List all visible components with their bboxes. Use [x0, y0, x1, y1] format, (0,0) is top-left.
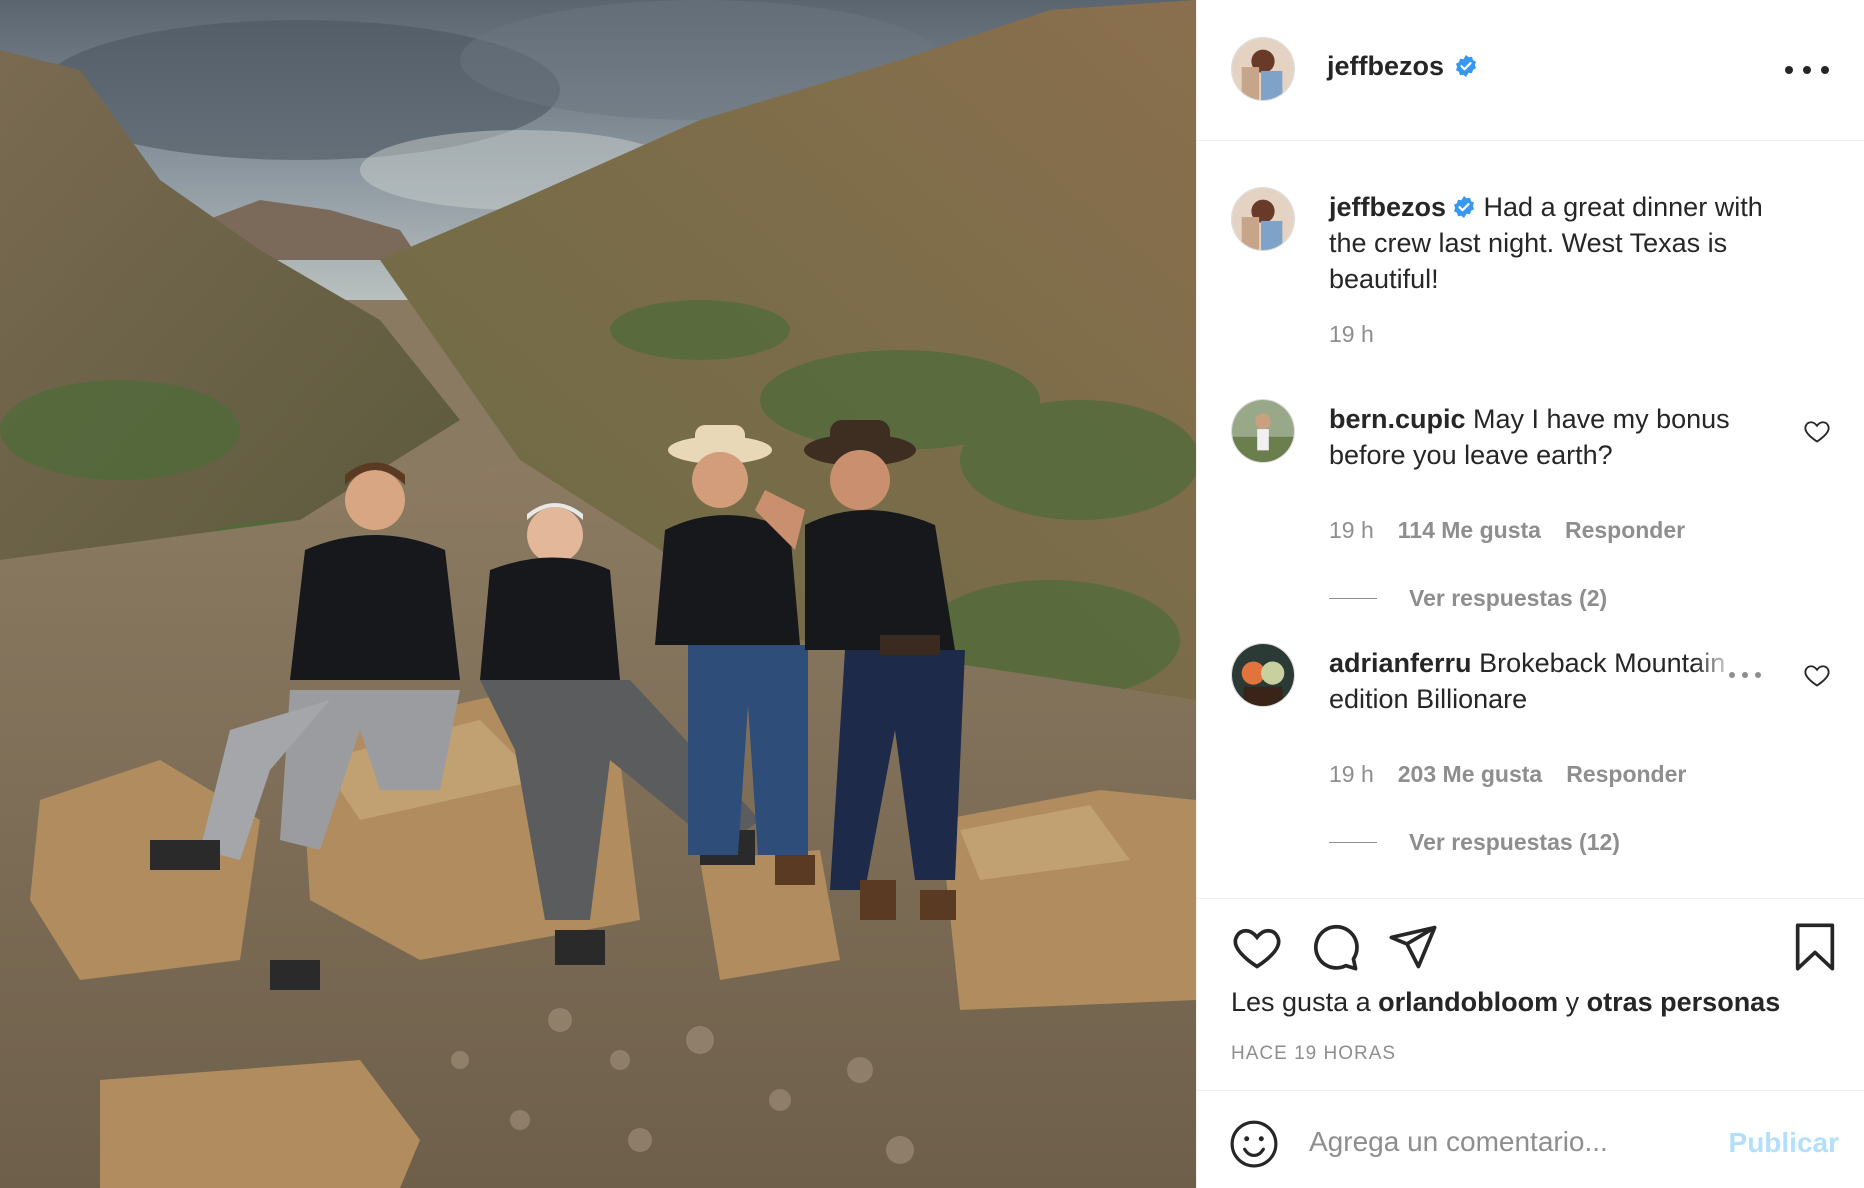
comment-time: 19 h [1329, 761, 1374, 787]
author-avatar[interactable] [1231, 37, 1295, 101]
view-replies-link[interactable]: Ver respuestas (2) [1329, 585, 1607, 612]
more-dot [1785, 66, 1793, 74]
more-dot [1821, 66, 1829, 74]
emoji-icon[interactable] [1229, 1119, 1279, 1169]
comment-options-icon[interactable] [1729, 669, 1761, 681]
verified-badge-icon [1454, 196, 1475, 218]
replies-divider [1329, 842, 1377, 843]
commenter-avatar[interactable] [1231, 399, 1295, 463]
view-replies-label[interactable]: Ver respuestas (12) [1409, 829, 1620, 856]
options-dot [1729, 672, 1735, 678]
options-dot [1742, 672, 1748, 678]
view-replies-label[interactable]: Ver respuestas (2) [1409, 585, 1607, 612]
post-header: jeffbezos [1197, 0, 1864, 141]
comment-body: adrianferru Brokeback Mountain edition B… [1329, 645, 1799, 717]
like-comment-heart-icon[interactable] [1803, 661, 1831, 689]
post-photo-image [0, 0, 1196, 1188]
verified-badge-icon [1456, 55, 1477, 77]
likes-connector: y [1565, 987, 1580, 1017]
comment-username[interactable]: adrianferru [1329, 648, 1472, 678]
post-timestamp[interactable]: HACE 19 HORAS [1231, 1043, 1396, 1065]
options-dot [1755, 672, 1761, 678]
caption-time: 19 h [1329, 321, 1374, 347]
comment-time: 19 h [1329, 517, 1374, 543]
more-dot [1803, 66, 1811, 74]
commenter-avatar[interactable] [1231, 643, 1295, 707]
bookmark-icon[interactable] [1789, 921, 1841, 973]
comment-meta: 19 h 114 Me gusta Responder [1329, 517, 1685, 544]
post-photo[interactable] [0, 0, 1196, 1188]
likes-summary: Les gusta a orlandobloom y otras persona… [1231, 987, 1780, 1018]
post-actions: Les gusta a orlandobloom y otras persona… [1197, 898, 1864, 1090]
caption-body: jeffbezos Had a great dinner with the cr… [1329, 189, 1799, 297]
comment-reply-link[interactable]: Responder [1566, 761, 1686, 788]
publish-button[interactable]: Publicar [1729, 1127, 1839, 1159]
comment-icon[interactable] [1309, 921, 1361, 973]
more-options-icon[interactable] [1785, 56, 1829, 84]
comment-username[interactable]: bern.cupic [1329, 404, 1466, 434]
post-side-panel: jeffbezos jeffbezos Had a great dinner w… [1196, 0, 1864, 1188]
comment-meta: 19 h 203 Me gusta Responder [1329, 761, 1686, 788]
comment-reply-link[interactable]: Responder [1565, 517, 1685, 544]
comment-body: bern.cupic May I have my bonus before yo… [1329, 401, 1799, 473]
likes-prefix: Les gusta a [1231, 987, 1371, 1017]
comment-text-continued: edition Billionare [1329, 684, 1528, 714]
comments-list[interactable]: jeffbezos Had a great dinner with the cr… [1197, 141, 1864, 898]
likes-others-link[interactable]: otras personas [1587, 987, 1781, 1017]
author-username[interactable]: jeffbezos [1327, 51, 1444, 81]
comment-like-count[interactable]: 203 Me gusta [1398, 761, 1542, 788]
heart-icon[interactable] [1231, 921, 1283, 973]
view-replies-link[interactable]: Ver respuestas (12) [1329, 829, 1620, 856]
replies-divider [1329, 598, 1377, 599]
comment-input[interactable] [1309, 1119, 1709, 1165]
comment-text-faded: tain [1682, 645, 1726, 681]
caption-username[interactable]: jeffbezos [1329, 192, 1446, 222]
comment-text: Brokeback Moun [1479, 648, 1682, 678]
share-icon[interactable] [1387, 921, 1439, 973]
like-comment-heart-icon[interactable] [1803, 417, 1831, 445]
caption-meta: 19 h [1329, 321, 1374, 348]
likes-user-link[interactable]: orlandobloom [1378, 987, 1558, 1017]
add-comment-bar: Publicar [1197, 1090, 1864, 1188]
caption-avatar[interactable] [1231, 187, 1295, 251]
comment-like-count[interactable]: 114 Me gusta [1398, 517, 1541, 544]
author-name-row: jeffbezos [1327, 51, 1478, 82]
